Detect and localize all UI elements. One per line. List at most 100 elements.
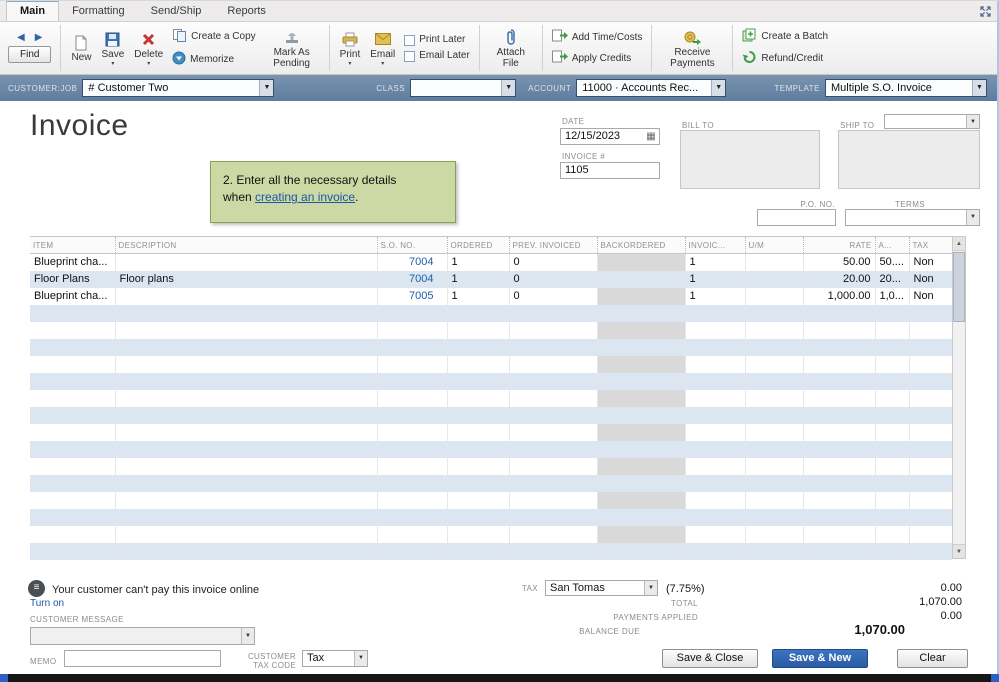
- cell-prev_invoiced[interactable]: [508, 542, 597, 560]
- cell-description[interactable]: [114, 253, 377, 271]
- customer-tax-code-dropdown[interactable]: Tax ▼: [302, 650, 368, 667]
- cell-so_no[interactable]: [376, 440, 447, 458]
- cell-um[interactable]: [744, 304, 803, 322]
- cell-backordered[interactable]: [596, 372, 685, 390]
- cell-um[interactable]: [744, 440, 803, 458]
- cell-rate[interactable]: [802, 474, 875, 492]
- cell-tax[interactable]: [908, 508, 952, 526]
- cell-rate[interactable]: [802, 457, 875, 475]
- cell-ordered[interactable]: [446, 542, 509, 560]
- cell-item[interactable]: Blueprint cha...: [30, 254, 115, 271]
- cell-description[interactable]: Floor plans: [114, 270, 377, 288]
- customer-job-dropdown[interactable]: # Customer Two ▼: [82, 79, 275, 97]
- cell-rate[interactable]: [802, 491, 875, 509]
- cell-backordered[interactable]: [596, 253, 685, 271]
- cell-prev_invoiced[interactable]: [508, 423, 597, 441]
- cell-backordered[interactable]: [596, 389, 685, 407]
- cell-amount[interactable]: [874, 321, 909, 339]
- cell-backordered[interactable]: [596, 491, 685, 509]
- cell-amount[interactable]: 20...: [874, 270, 909, 288]
- cell-description[interactable]: [114, 457, 377, 475]
- tax-dropdown[interactable]: San Tomas ▼: [545, 580, 658, 596]
- caret-down-icon[interactable]: ▼: [966, 210, 979, 225]
- column-header-rate[interactable]: RATE: [802, 236, 875, 254]
- cell-ordered[interactable]: [446, 406, 509, 424]
- cell-invoiced[interactable]: [684, 525, 745, 543]
- cell-invoiced[interactable]: [684, 372, 745, 390]
- template-dropdown[interactable]: Multiple S.O. Invoice ▼: [825, 79, 987, 97]
- scroll-up-button[interactable]: ▲: [953, 237, 965, 251]
- cell-tax[interactable]: Non: [908, 287, 952, 305]
- table-row[interactable]: [30, 508, 952, 526]
- cell-tax[interactable]: [908, 389, 952, 407]
- cell-prev_invoiced[interactable]: [508, 508, 597, 526]
- cell-ordered[interactable]: [446, 457, 509, 475]
- cell-so_no[interactable]: 7004: [376, 270, 447, 288]
- cell-rate[interactable]: [802, 355, 875, 373]
- cell-so_no[interactable]: 7005: [376, 287, 447, 305]
- cell-ordered[interactable]: [446, 491, 509, 509]
- cell-amount[interactable]: [874, 389, 909, 407]
- table-row[interactable]: [30, 355, 952, 373]
- cell-prev_invoiced[interactable]: [508, 304, 597, 322]
- cell-ordered[interactable]: [446, 338, 509, 356]
- cell-prev_invoiced[interactable]: [508, 372, 597, 390]
- create-copy-button[interactable]: Create a Copy: [172, 28, 256, 47]
- column-header-so_no[interactable]: S.O. NO.: [376, 236, 447, 254]
- date-field[interactable]: 12/15/2023 ▦: [560, 128, 660, 145]
- cell-item[interactable]: [30, 304, 115, 322]
- cell-ordered[interactable]: [446, 423, 509, 441]
- cell-item[interactable]: [30, 458, 115, 475]
- caret-down-icon[interactable]: ▼: [711, 80, 726, 96]
- cell-tax[interactable]: [908, 440, 952, 458]
- cell-prev_invoiced[interactable]: [508, 525, 597, 543]
- cell-prev_invoiced[interactable]: 0: [508, 270, 597, 288]
- cell-ordered[interactable]: [446, 372, 509, 390]
- class-dropdown[interactable]: ▼: [410, 79, 517, 97]
- cell-tax[interactable]: Non: [908, 270, 952, 288]
- terms-dropdown[interactable]: ▼: [845, 209, 980, 226]
- table-scrollbar[interactable]: ▲ ▼: [952, 236, 966, 559]
- cell-ordered[interactable]: [446, 389, 509, 407]
- cell-tax[interactable]: [908, 355, 952, 373]
- caret-down-icon[interactable]: ▼: [644, 581, 657, 595]
- cell-amount[interactable]: [874, 542, 909, 560]
- cell-um[interactable]: [744, 338, 803, 356]
- cell-description[interactable]: [114, 372, 377, 390]
- cell-description[interactable]: [114, 355, 377, 373]
- tab-formatting[interactable]: Formatting: [59, 2, 138, 21]
- cell-um[interactable]: [744, 406, 803, 424]
- cell-tax[interactable]: [908, 372, 952, 390]
- cell-ordered[interactable]: 1: [446, 270, 509, 288]
- column-header-invoiced[interactable]: INVOIC...: [684, 236, 745, 254]
- cell-tax[interactable]: [908, 474, 952, 492]
- cell-backordered[interactable]: [596, 338, 685, 356]
- cell-rate[interactable]: [802, 542, 875, 560]
- cell-item[interactable]: [30, 440, 115, 458]
- cell-prev_invoiced[interactable]: 0: [508, 287, 597, 305]
- cell-so_no[interactable]: [376, 406, 447, 424]
- cell-description[interactable]: [114, 423, 377, 441]
- cell-invoiced[interactable]: [684, 406, 745, 424]
- cell-um[interactable]: [744, 372, 803, 390]
- save-close-button[interactable]: Save & Close: [662, 649, 758, 668]
- cell-backordered[interactable]: [596, 457, 685, 475]
- caret-down-icon[interactable]: ▼: [259, 80, 274, 96]
- cell-invoiced[interactable]: [684, 423, 745, 441]
- cell-invoiced[interactable]: 1: [684, 270, 745, 288]
- new-button[interactable]: New: [66, 32, 96, 64]
- cell-description[interactable]: [114, 304, 377, 322]
- delete-button[interactable]: Delete ▾: [129, 29, 168, 68]
- print-later-checkbox[interactable]: [404, 34, 416, 46]
- cell-prev_invoiced[interactable]: [508, 457, 597, 475]
- cell-amount[interactable]: [874, 372, 909, 390]
- column-header-ordered[interactable]: ORDERED: [446, 236, 509, 254]
- cell-invoiced[interactable]: [684, 474, 745, 492]
- table-row[interactable]: [30, 491, 952, 509]
- cell-description[interactable]: [114, 406, 377, 424]
- add-time-costs-button[interactable]: Add Time/Costs: [551, 29, 642, 46]
- save-new-button[interactable]: Save & New: [772, 649, 868, 668]
- cell-description[interactable]: [114, 338, 377, 356]
- cell-ordered[interactable]: [446, 304, 509, 322]
- cell-invoiced[interactable]: [684, 457, 745, 475]
